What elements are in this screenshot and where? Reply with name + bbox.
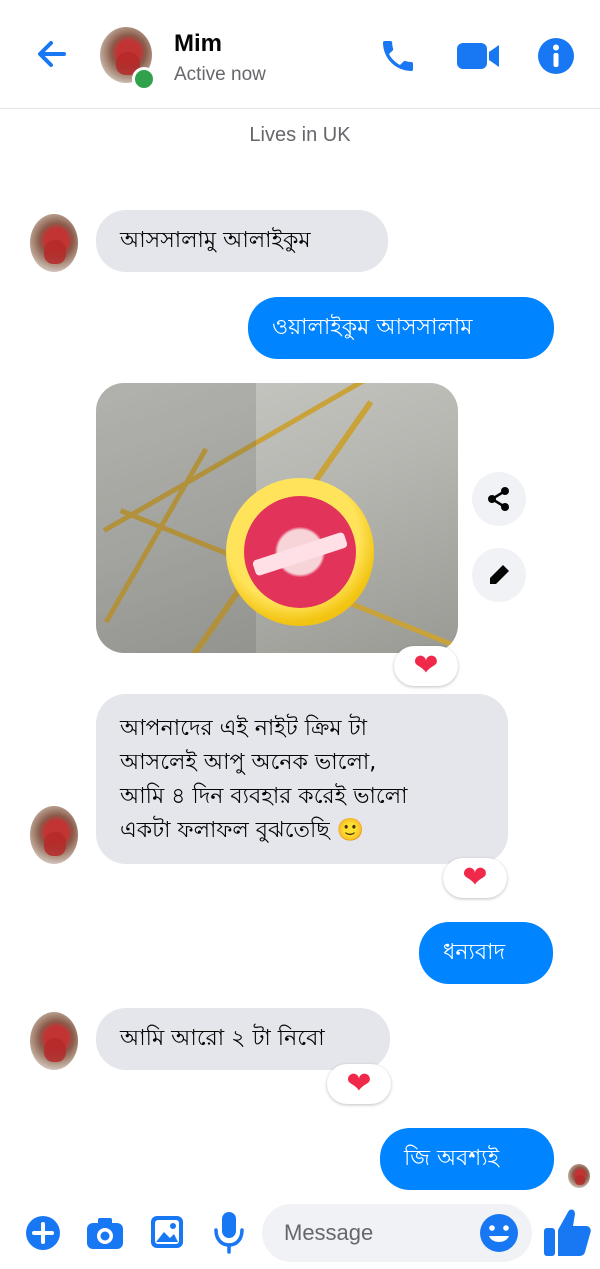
video-camera-icon[interactable]: [454, 38, 502, 74]
info-icon[interactable]: [536, 36, 576, 76]
emoji-icon[interactable]: [478, 1212, 520, 1254]
active-status: Active now: [174, 64, 266, 85]
incoming-message[interactable]: আপনাদের এই নাইট ক্রিম টা আসলেই আপু অনেক …: [96, 694, 508, 864]
heart-reaction[interactable]: ❤: [443, 858, 507, 898]
outgoing-message[interactable]: ধন্যবাদ: [419, 922, 553, 984]
back-arrow-icon[interactable]: [32, 34, 72, 74]
product-photo-message[interactable]: [96, 383, 458, 653]
outgoing-message[interactable]: ওয়ালাইকুম আসসালাম: [248, 297, 554, 359]
contact-avatar[interactable]: [30, 1012, 78, 1070]
online-indicator: [132, 67, 156, 91]
contact-avatar[interactable]: [30, 214, 78, 272]
cream-jar: [226, 478, 374, 626]
conversation-header: Mim Active now: [0, 0, 600, 109]
message-placeholder: Message: [284, 1220, 374, 1245]
seen-avatar: [568, 1164, 590, 1188]
share-icon[interactable]: [472, 472, 526, 526]
thumbs-up-icon[interactable]: [542, 1206, 592, 1258]
contact-avatar[interactable]: [30, 806, 78, 864]
image-icon[interactable]: [148, 1213, 186, 1251]
microphone-icon[interactable]: [212, 1210, 246, 1254]
pencil-icon[interactable]: [472, 548, 526, 602]
plus-icon[interactable]: [24, 1214, 62, 1252]
phone-icon[interactable]: [378, 36, 418, 76]
incoming-message[interactable]: আসসালামু আলাইকুম: [96, 210, 388, 272]
contact-location: Lives in UK: [249, 124, 351, 146]
heart-reaction[interactable]: ❤: [394, 646, 458, 686]
outgoing-message[interactable]: জি অবশ্যই: [380, 1128, 554, 1190]
contact-name[interactable]: Mim: [174, 30, 222, 58]
heart-reaction[interactable]: ❤: [327, 1064, 391, 1104]
incoming-message[interactable]: আমি আরো ২ টা নিবো: [96, 1008, 390, 1070]
camera-icon[interactable]: [84, 1214, 126, 1252]
message-input[interactable]: Message: [262, 1204, 532, 1262]
